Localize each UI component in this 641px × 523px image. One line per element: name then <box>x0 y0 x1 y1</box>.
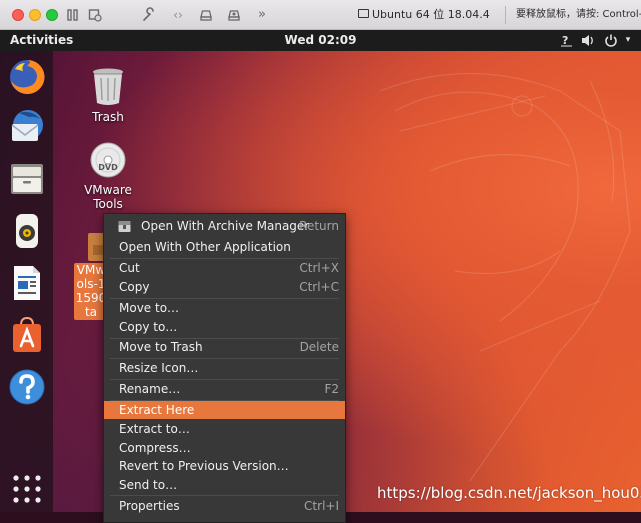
monitor-icon <box>358 9 369 18</box>
menu-item-move-to[interactable]: Move to… <box>104 299 345 317</box>
vm-title-text: Ubuntu 64 位 18.04.4 <box>372 8 490 21</box>
menu-item-label: Rename… <box>119 382 181 396</box>
menu-item-send-to[interactable]: Send to… <box>104 476 345 494</box>
ubuntu-software-icon[interactable] <box>7 315 47 355</box>
minimize-window-button[interactable] <box>29 9 41 21</box>
menu-item-label: Compress… <box>119 441 191 455</box>
menu-item-label: Copy to… <box>119 320 178 334</box>
menu-item-accelerator: Ctrl+I <box>304 499 339 513</box>
menu-item-label: Cut <box>119 261 140 275</box>
system-menu-chevron-down-icon[interactable]: ▾ <box>623 33 633 48</box>
thunderbird-icon[interactable] <box>7 107 47 147</box>
menu-item-label: Send to… <box>119 478 178 492</box>
sidebar-toggle-icon[interactable] <box>66 6 80 24</box>
zoom-window-button[interactable] <box>46 9 58 21</box>
show-applications-grid-icon[interactable] <box>7 469 47 509</box>
menu-item-copy[interactable]: Copy Ctrl+C <box>104 278 345 296</box>
dvd-text: DVD <box>98 163 118 172</box>
libreoffice-writer-icon[interactable] <box>7 263 47 303</box>
vm-window-title: Ubuntu 64 位 18.04.4 <box>358 0 490 30</box>
menu-item-compress[interactable]: Compress… <box>104 439 345 457</box>
gnome-top-bar: Activities Wed 02:09 ? ▾ <box>0 30 641 51</box>
menu-item-label: Move to… <box>119 301 180 315</box>
trash-label: Trash <box>92 110 124 124</box>
hard-disk-icon[interactable] <box>198 6 214 24</box>
menu-item-open-with-archive-manager[interactable]: Open With Archive Manager Return <box>104 217 345 235</box>
csdn-watermark: https://blog.csdn.net/jackson_hou03 <box>377 484 641 502</box>
ubuntu-dock <box>0 51 53 512</box>
menu-item-resize-icon[interactable]: Resize Icon… <box>104 359 345 377</box>
menu-item-label: Open With Archive Manager <box>141 219 310 233</box>
menu-item-accelerator: Return <box>299 219 339 233</box>
file-context-menu: Open With Archive Manager Return Open Wi… <box>103 213 346 523</box>
power-icon[interactable] <box>604 33 618 48</box>
menu-separator <box>110 495 339 496</box>
menu-item-label: Revert to Previous Version… <box>119 459 289 473</box>
vm-window-titlebar: ‹› » Ubuntu 64 位 18.04.4 要释放鼠标，请按: Contr… <box>0 0 641 30</box>
menu-item-label: Move to Trash <box>119 340 203 354</box>
desktop-vmware-tools-disc[interactable]: DVD VMware Tools <box>73 141 143 211</box>
desktop-trash[interactable]: Trash <box>73 66 143 124</box>
close-window-button[interactable] <box>12 9 24 21</box>
menu-item-accelerator: F2 <box>324 382 339 396</box>
archive-manager-icon <box>118 221 131 232</box>
menu-item-label: Extract to… <box>119 422 190 436</box>
menu-item-extract-to[interactable]: Extract to… <box>104 420 345 438</box>
menu-item-revert-to-previous-version[interactable]: Revert to Previous Version… <box>104 457 345 475</box>
rhythmbox-icon[interactable] <box>7 211 47 251</box>
optical-drive-icon[interactable] <box>226 6 242 24</box>
help-icon[interactable]: ? <box>560 33 573 48</box>
menu-item-cut[interactable]: Cut Ctrl+X <box>104 259 345 277</box>
vmware-tools-label-line2: Tools <box>93 197 123 211</box>
titlebar-divider <box>505 6 506 24</box>
code-arrows-icon[interactable]: ‹› <box>170 6 186 24</box>
menu-item-extract-here[interactable]: Extract Here <box>104 401 345 419</box>
snapshot-icon[interactable] <box>88 6 102 24</box>
menu-item-open-with-other-application[interactable]: Open With Other Application <box>104 238 345 256</box>
activities-button[interactable]: Activities <box>10 30 73 51</box>
menu-item-rename[interactable]: Rename… F2 <box>104 380 345 398</box>
clock-container: Wed 02:09 <box>0 30 641 51</box>
menu-item-accelerator: Ctrl+X <box>299 261 339 275</box>
wrench-icon[interactable] <box>141 6 157 24</box>
menu-item-label: Open With Other Application <box>119 240 291 254</box>
files-icon[interactable] <box>7 159 47 199</box>
volume-icon[interactable] <box>581 33 595 48</box>
help-glyph: ? <box>562 34 568 47</box>
menu-item-copy-to[interactable]: Copy to… <box>104 318 345 336</box>
help-app-icon[interactable] <box>7 367 47 407</box>
trash-icon <box>93 68 123 105</box>
menu-item-accelerator: Delete <box>299 340 339 354</box>
clock-button[interactable]: Wed 02:09 <box>285 33 357 47</box>
menu-item-label: Resize Icon… <box>119 361 199 375</box>
menu-item-move-to-trash[interactable]: Move to Trash Delete <box>104 338 345 356</box>
menu-item-accelerator: Ctrl+C <box>299 280 339 294</box>
vmware-tools-label-line1: VMware <box>84 183 132 197</box>
menu-item-label: Properties <box>119 499 180 513</box>
menu-item-properties[interactable]: Properties Ctrl+I <box>104 497 345 515</box>
firefox-icon[interactable] <box>7 57 47 97</box>
menu-item-label: Extract Here <box>119 403 195 417</box>
dvd-disc-icon: DVD <box>90 142 126 178</box>
more-tools-icon[interactable]: » <box>254 6 270 24</box>
menu-item-label: Copy <box>119 280 150 294</box>
release-mouse-hint: 要释放鼠标，请按: Control-⌘ <box>516 9 641 20</box>
